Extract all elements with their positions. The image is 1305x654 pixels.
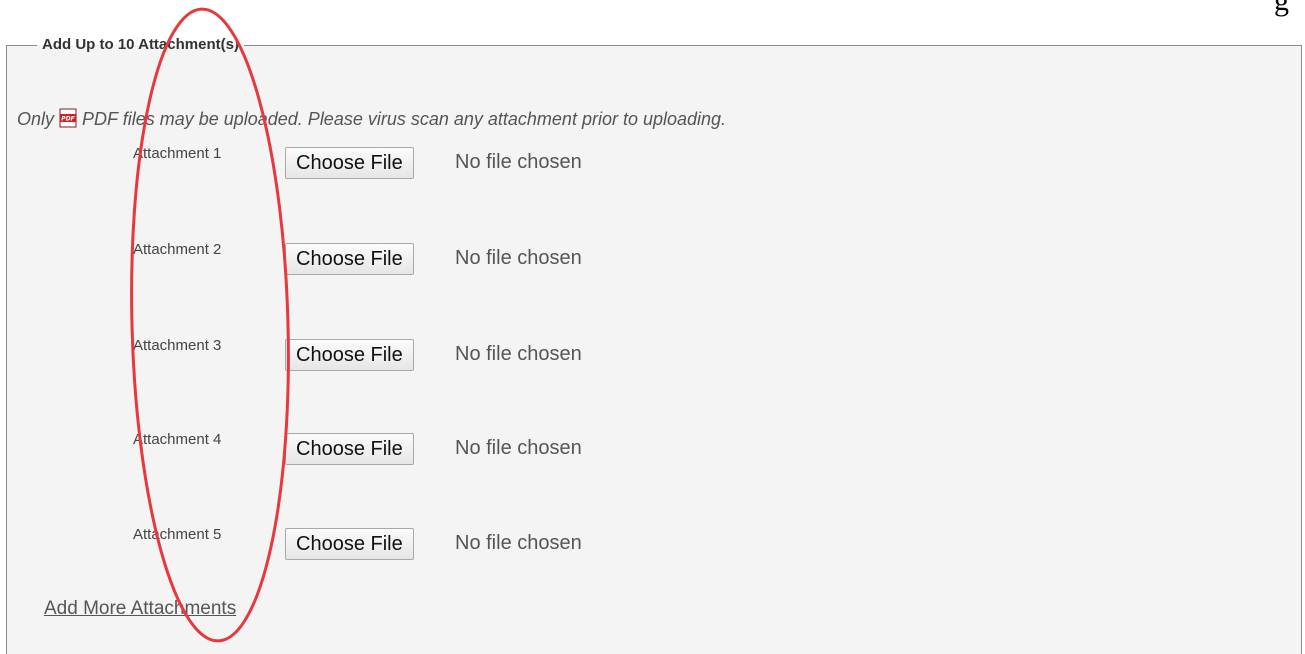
- choose-file-button[interactable]: Choose File: [285, 433, 414, 465]
- pdf-icon: PDF: [59, 108, 77, 128]
- file-status: No file chosen: [455, 247, 582, 269]
- attachment-label: Attachment 2: [133, 241, 222, 258]
- corner-glyph: g: [1274, 0, 1289, 17]
- attachment-row-5: Attachment 5 Choose File No file chosen: [7, 526, 807, 566]
- attachment-row-3: Attachment 3 Choose File No file chosen: [7, 337, 807, 377]
- file-status: No file chosen: [455, 532, 582, 554]
- attachment-row-2: Attachment 2 Choose File No file chosen: [7, 241, 807, 281]
- add-more-attachments-link[interactable]: Add More Attachments: [44, 598, 236, 620]
- notice-text: PDF files may be uploaded. Please virus …: [82, 109, 727, 129]
- fieldset-legend: Add Up to 10 Attachment(s): [42, 36, 239, 53]
- choose-file-button[interactable]: Choose File: [285, 243, 414, 275]
- attachment-row-4: Attachment 4 Choose File No file chosen: [7, 431, 807, 471]
- choose-file-button[interactable]: Choose File: [285, 528, 414, 560]
- attachment-label: Attachment 5: [133, 526, 222, 543]
- attachment-label: Attachment 1: [133, 145, 222, 162]
- file-status: No file chosen: [455, 151, 582, 173]
- svg-text:PDF: PDF: [61, 115, 75, 122]
- choose-file-button[interactable]: Choose File: [285, 147, 414, 179]
- attachment-label: Attachment 4: [133, 431, 222, 448]
- attachment-label: Attachment 3: [133, 337, 222, 354]
- page: g Add Up to 10 Attachment(s) Only PDF PD…: [0, 0, 1305, 654]
- file-status: No file chosen: [455, 437, 582, 459]
- notice-prefix: Only: [17, 109, 55, 129]
- attachments-fieldset: Add Up to 10 Attachment(s) Only PDF PDF …: [6, 36, 1302, 654]
- file-status: No file chosen: [455, 343, 582, 365]
- choose-file-button[interactable]: Choose File: [285, 339, 414, 371]
- attachment-row-1: Attachment 1 Choose File No file chosen: [7, 145, 807, 185]
- upload-notice: Only PDF PDF files may be uploaded. Plea…: [17, 108, 727, 130]
